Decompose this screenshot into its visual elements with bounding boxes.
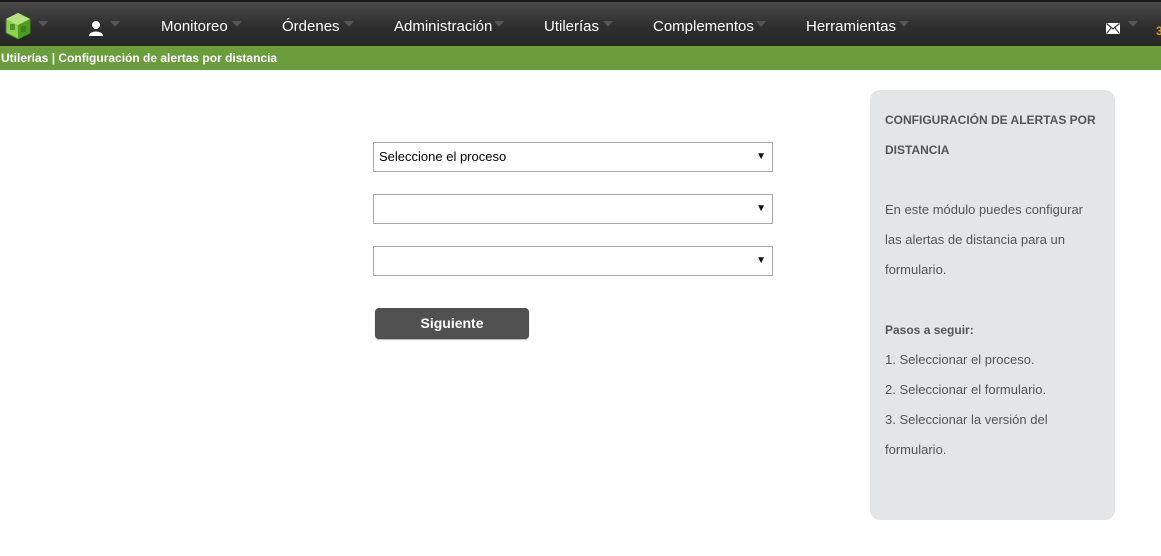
utilerias-caret-icon[interactable] bbox=[603, 21, 613, 27]
mail-icon[interactable] bbox=[1106, 23, 1120, 34]
form-select-arrow-icon: ▼ bbox=[756, 203, 766, 214]
help-steps-title: Pasos a seguir: bbox=[885, 323, 974, 337]
top-navbar: Monitoreo Órdenes Administración Utilerí… bbox=[0, 0, 1161, 46]
nav-administracion[interactable]: Administración bbox=[394, 18, 492, 35]
ordenes-caret-icon[interactable] bbox=[344, 21, 354, 27]
next-button[interactable]: Siguiente bbox=[375, 308, 529, 339]
nav-ordenes[interactable]: Órdenes bbox=[282, 18, 340, 35]
herramientas-caret-icon[interactable] bbox=[899, 21, 909, 27]
help-panel: CONFIGURACIÓN DE ALERTAS POR DISTANCIA E… bbox=[870, 90, 1115, 520]
help-title-line1: CONFIGURACIÓN DE ALERTAS POR bbox=[885, 113, 1096, 127]
user-icon[interactable] bbox=[88, 20, 104, 36]
process-select-arrow-icon: ▼ bbox=[756, 151, 766, 162]
nav-complementos[interactable]: Complementos bbox=[653, 18, 754, 35]
help-step-2: 2. Seleccionar el formulario. bbox=[885, 382, 1047, 397]
help-step-3-line1: 3. Seleccionar la versión del bbox=[885, 412, 1048, 427]
help-step-1: 1. Seleccionar el proceso. bbox=[885, 352, 1035, 367]
notification-count: 3 bbox=[1156, 24, 1161, 38]
mail-dropdown-caret-icon[interactable] bbox=[1128, 21, 1138, 27]
help-desc-line2: las alertas de distancia para un bbox=[885, 232, 1065, 247]
nav-herramientas[interactable]: Herramientas bbox=[806, 18, 896, 35]
help-step-3-line2: formulario. bbox=[885, 442, 947, 457]
monitoreo-caret-icon[interactable] bbox=[232, 21, 242, 27]
breadcrumb: Utilerías | Configuración de alertas por… bbox=[0, 46, 1161, 70]
version-select-arrow-icon: ▼ bbox=[756, 255, 766, 266]
nav-monitoreo[interactable]: Monitoreo bbox=[161, 18, 228, 35]
app-logo-icon[interactable] bbox=[5, 12, 31, 40]
user-dropdown-caret-icon[interactable] bbox=[110, 21, 120, 27]
help-desc-line1: En este módulo puedes configurar bbox=[885, 202, 1084, 217]
process-select-value: Seleccione el proceso bbox=[379, 149, 507, 164]
process-select[interactable]: Seleccione el proceso ▼ bbox=[373, 142, 773, 172]
nav-utilerias[interactable]: Utilerías bbox=[544, 18, 599, 35]
administracion-caret-icon[interactable] bbox=[494, 21, 504, 27]
help-desc-line3: formulario. bbox=[885, 262, 947, 277]
form-select[interactable]: ▼ bbox=[373, 194, 773, 224]
version-select[interactable]: ▼ bbox=[373, 246, 773, 276]
help-title-line2: DISTANCIA bbox=[885, 143, 950, 157]
logo-dropdown-caret-icon[interactable] bbox=[38, 21, 48, 27]
complementos-caret-icon[interactable] bbox=[756, 21, 766, 27]
